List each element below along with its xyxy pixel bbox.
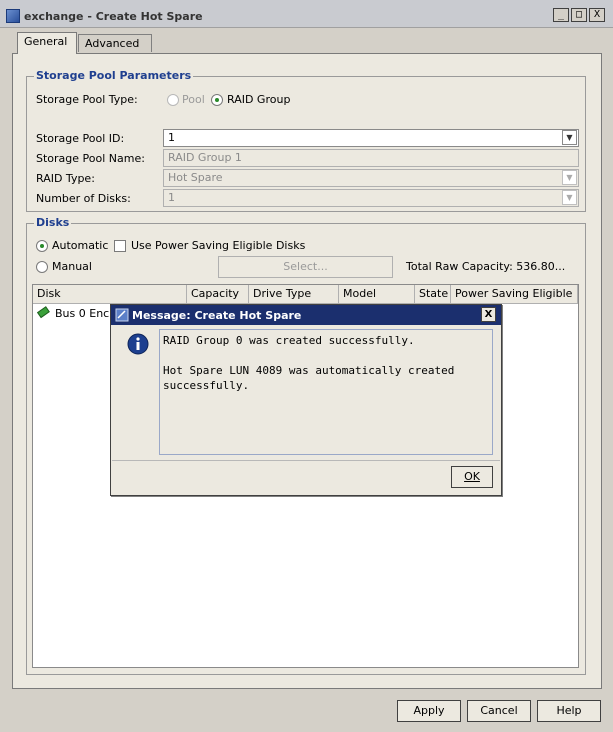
manual-radio-label: Manual bbox=[52, 260, 92, 273]
select-disks-button[interactable]: Select... bbox=[218, 256, 393, 278]
raid-group-radio[interactable] bbox=[211, 94, 223, 106]
pool-radio-label: Pool bbox=[182, 93, 205, 106]
dialog-close-button[interactable]: X bbox=[481, 307, 496, 322]
column-header-capacity[interactable]: Capacity bbox=[187, 285, 249, 304]
raid-type-value: Hot Spare bbox=[168, 171, 223, 184]
dialog-titlebar[interactable]: Message: Create Hot Spare X bbox=[111, 305, 501, 325]
column-header-state[interactable]: State bbox=[415, 285, 451, 304]
apply-button[interactable]: Apply bbox=[397, 700, 461, 722]
power-saving-label: Use Power Saving Eligible Disks bbox=[131, 239, 306, 252]
raid-type-label: RAID Type: bbox=[36, 172, 95, 185]
storage-pool-name-label: Storage Pool Name: bbox=[36, 152, 145, 165]
total-raw-capacity: Total Raw Capacity: 536.80... bbox=[406, 260, 566, 273]
disk-cell: Bus 0 Enc bbox=[55, 307, 110, 320]
message-area: RAID Group 0 was created successfully. H… bbox=[159, 329, 493, 455]
raid-group-radio-label: RAID Group bbox=[227, 93, 291, 106]
help-button[interactable]: Help bbox=[537, 700, 601, 722]
automatic-radio-label: Automatic bbox=[52, 239, 109, 252]
number-of-disks-label: Number of Disks: bbox=[36, 192, 131, 205]
automatic-radio[interactable] bbox=[36, 240, 48, 252]
power-saving-checkbox[interactable] bbox=[114, 240, 126, 252]
chevron-down-icon: ▼ bbox=[562, 190, 577, 205]
tab-advanced[interactable]: Advanced bbox=[78, 34, 152, 52]
dialog-app-icon bbox=[115, 308, 129, 325]
number-of-disks-value: 1 bbox=[168, 191, 175, 204]
storage-pool-group-title: Storage Pool Parameters bbox=[34, 69, 194, 82]
column-header-model[interactable]: Model bbox=[339, 285, 415, 304]
dialog-title: Message: Create Hot Spare bbox=[132, 309, 302, 322]
cancel-button[interactable]: Cancel bbox=[467, 700, 531, 722]
storage-pool-type-label: Storage Pool Type: bbox=[36, 93, 138, 106]
disk-icon bbox=[36, 306, 51, 323]
message-text: RAID Group 0 was created successfully. H… bbox=[163, 334, 455, 392]
disks-group-title: Disks bbox=[34, 216, 72, 229]
raid-type-select: Hot Spare bbox=[163, 169, 579, 187]
window-titlebar[interactable]: exchange - Create Hot Spare _ □ X bbox=[0, 0, 613, 28]
column-header-disk[interactable]: Disk bbox=[33, 285, 187, 304]
maximize-button[interactable]: □ bbox=[571, 8, 587, 22]
minimize-button[interactable]: _ bbox=[553, 8, 569, 22]
message-dialog: Message: Create Hot Spare X RAID Group 0… bbox=[110, 304, 502, 496]
info-icon bbox=[127, 333, 149, 358]
chevron-down-icon[interactable]: ▼ bbox=[562, 130, 577, 145]
storage-pool-id-value: 1 bbox=[168, 131, 175, 144]
window-title: exchange - Create Hot Spare bbox=[24, 10, 203, 23]
close-button[interactable]: X bbox=[589, 8, 605, 22]
column-header-power-saving[interactable]: Power Saving Eligible bbox=[451, 285, 578, 304]
ok-button[interactable]: OK bbox=[451, 466, 493, 488]
pool-radio[interactable] bbox=[167, 94, 179, 106]
storage-pool-name-field: RAID Group 1 bbox=[163, 149, 579, 167]
storage-pool-name-value: RAID Group 1 bbox=[168, 151, 242, 164]
number-of-disks-select: 1 bbox=[163, 189, 579, 207]
column-header-drive-type[interactable]: Drive Type bbox=[249, 285, 339, 304]
app-icon bbox=[6, 9, 20, 23]
storage-pool-id-label: Storage Pool ID: bbox=[36, 132, 125, 145]
table-row[interactable]: Bus 0 Enc bbox=[36, 306, 117, 323]
storage-pool-id-select[interactable]: 1 bbox=[163, 129, 579, 147]
tab-general[interactable]: General bbox=[17, 32, 77, 54]
manual-radio[interactable] bbox=[36, 261, 48, 273]
dialog-divider bbox=[112, 460, 500, 461]
chevron-down-icon: ▼ bbox=[562, 170, 577, 185]
